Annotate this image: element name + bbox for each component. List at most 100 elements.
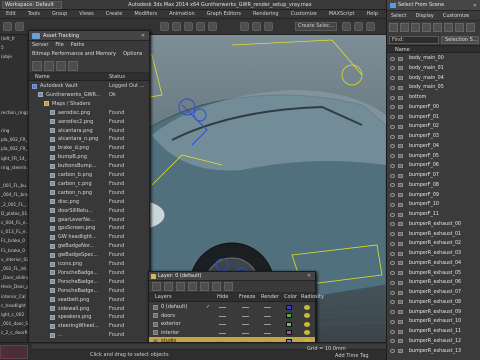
menu-options[interactable]: Options — [123, 50, 142, 59]
shapes-filter-icon[interactable] — [400, 23, 409, 32]
scene-object-item[interactable]: bumperF_02 — [387, 123, 479, 131]
asset-row[interactable]: steeringWheel... Found — [29, 322, 149, 330]
scene-object-item[interactable]: bumperF_04 — [387, 143, 479, 151]
menu-item[interactable]: Tools — [22, 10, 46, 19]
column-name[interactable]: Name — [35, 73, 50, 81]
layer-column[interactable]: Radiosity — [301, 293, 324, 302]
scene-column-name[interactable]: Name — [387, 45, 480, 53]
tree-view-icon[interactable] — [68, 61, 78, 71]
asset-row[interactable]: Guntherwerks_GWR... Ok — [29, 91, 149, 99]
visibility-icon[interactable] — [390, 319, 395, 324]
asset-row[interactable]: PorscheBadge... Found — [29, 269, 149, 277]
freeze-toggle[interactable] — [242, 307, 249, 308]
xrefs-filter-icon[interactable] — [466, 23, 475, 32]
visibility-icon[interactable] — [390, 56, 395, 61]
menu-display[interactable]: Display — [415, 11, 433, 20]
scene-object-item[interactable]: bumperR_exhaust_03 — [387, 250, 479, 258]
scene-object-item[interactable]: bumperR_exhaust_09 — [387, 309, 479, 317]
asset-row[interactable]: aerodisc2.png Found — [29, 118, 149, 126]
vault-icon[interactable] — [32, 61, 42, 71]
hide-toggle[interactable] — [219, 324, 226, 325]
scene-panel-titlebar[interactable]: Select From Scene ✕ — [387, 0, 480, 11]
layer-column[interactable]: Color — [284, 293, 297, 302]
render-toggle[interactable] — [264, 332, 271, 334]
visibility-icon[interactable] — [390, 183, 395, 188]
visibility-icon[interactable] — [390, 251, 395, 256]
scene-object-item[interactable]: bumperR_exhaust_05 — [387, 270, 479, 278]
visibility-icon[interactable] — [390, 66, 395, 71]
select-object-icon[interactable] — [160, 22, 169, 31]
asset-row[interactable]: carbon_b.png Found — [29, 171, 149, 179]
scene-object-item[interactable]: bumperR_exhaust_01 — [387, 231, 479, 239]
asset-row[interactable]: brake_d.png Found — [29, 144, 149, 152]
asset-row[interactable]: sidewall.png Found — [29, 305, 149, 313]
scene-object-item[interactable]: bumperF_03 — [387, 133, 479, 141]
menu-item[interactable]: Create — [100, 10, 129, 19]
visibility-icon[interactable] — [390, 232, 395, 236]
geometry-filter-icon[interactable] — [389, 23, 398, 32]
menu-customize[interactable]: Customize — [443, 11, 469, 20]
angle-snap-icon[interactable] — [252, 22, 261, 31]
delete-layer-icon[interactable] — [164, 282, 173, 291]
close-icon[interactable]: ✕ — [139, 32, 147, 40]
close-icon[interactable]: ✕ — [305, 272, 313, 280]
menu-select[interactable]: Select — [391, 11, 406, 20]
freeze-all-icon[interactable] — [224, 282, 233, 291]
scene-object-item[interactable]: bumperF_09 — [387, 192, 479, 200]
menu-file[interactable]: File — [55, 41, 63, 50]
visibility-icon[interactable] — [390, 261, 395, 266]
visibility-icon[interactable] — [390, 329, 395, 334]
workspace-selector[interactable]: Workspace: Default — [2, 1, 62, 9]
freeze-toggle[interactable] — [242, 315, 249, 317]
freeze-toggle[interactable] — [242, 324, 249, 325]
hide-all-icon[interactable] — [212, 282, 221, 291]
layer-manager-icon[interactable] — [366, 22, 375, 31]
helpers-filter-icon[interactable] — [433, 23, 442, 32]
asset-row[interactable]: Autodesk Vault Logged Out ... — [29, 82, 149, 90]
scene-object-item[interactable]: bumperR_exhaust_08 — [387, 299, 479, 307]
lights-filter-icon[interactable] — [411, 23, 420, 32]
hide-toggle[interactable] — [219, 332, 226, 334]
scene-object-item[interactable]: bumperF_11 — [387, 211, 479, 219]
asset-row[interactable]: doorSillRetu... Found — [29, 207, 149, 215]
move-icon[interactable] — [184, 22, 193, 31]
maxscript-listener[interactable] — [0, 345, 28, 359]
menu-item[interactable]: Graph Editors — [201, 10, 247, 19]
cameras-filter-icon[interactable] — [422, 23, 431, 32]
scene-object-item[interactable]: body_main_05 — [387, 84, 479, 92]
asset-row[interactable]: bumpB.png Found — [29, 153, 149, 161]
radiosity-icon[interactable] — [304, 313, 310, 318]
scene-object-item[interactable]: bumperF_05 — [387, 153, 479, 161]
column-status[interactable]: Status — [109, 73, 125, 81]
scene-object-item[interactable]: bumperR_exhaust_13 — [387, 348, 479, 356]
scene-object-item[interactable]: bumperF_00 — [387, 104, 479, 112]
visibility-icon[interactable] — [390, 163, 395, 168]
visibility-icon[interactable] — [390, 222, 395, 227]
select-in-layer-icon[interactable] — [188, 282, 197, 291]
percent-snap-icon[interactable] — [264, 22, 273, 31]
rotate-icon[interactable] — [196, 22, 205, 31]
scene-object-item[interactable]: bottom — [387, 94, 479, 102]
asset-row[interactable]: buttonsBump... Found — [29, 162, 149, 170]
visibility-icon[interactable] — [390, 76, 395, 80]
asset-row[interactable]: alcantara_n.png Found — [29, 135, 149, 143]
visibility-icon[interactable] — [390, 154, 395, 158]
menu-item[interactable]: Group — [46, 10, 73, 19]
menu-item[interactable]: Views — [73, 10, 99, 19]
visibility-icon[interactable] — [390, 144, 395, 149]
asset-row[interactable]: seatbelt.png Found — [29, 296, 149, 304]
visibility-icon[interactable] — [390, 134, 395, 139]
scene-object-item[interactable]: body_main_01 — [387, 65, 479, 73]
asset-row[interactable]: GW headlight... Found — [29, 233, 149, 241]
scene-object-item[interactable]: bumperR_exhaust_12 — [387, 338, 479, 346]
visibility-icon[interactable] — [390, 339, 395, 344]
visibility-icon[interactable] — [390, 212, 395, 217]
asset-tracking-titlebar[interactable]: Asset Tracking ✕ — [29, 31, 149, 41]
asset-row[interactable]: ... Found — [29, 331, 149, 339]
scene-object-item[interactable]: bumperR_exhaust_04 — [387, 260, 479, 268]
asset-row[interactable]: aerodisc.png Found — [29, 109, 149, 117]
asset-row[interactable]: disc.png Found — [29, 198, 149, 206]
menu-paths[interactable]: Paths — [71, 41, 85, 50]
new-layer-icon[interactable] — [152, 282, 161, 291]
visibility-icon[interactable] — [390, 280, 395, 285]
